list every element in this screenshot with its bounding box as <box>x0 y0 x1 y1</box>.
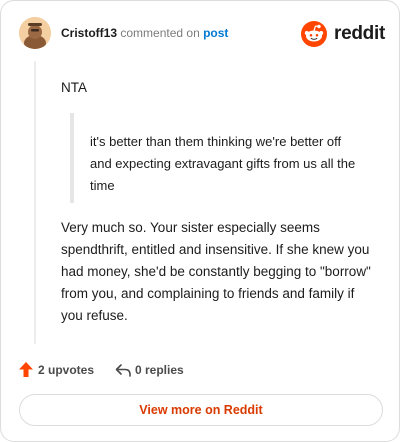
user-avatar-icon[interactable] <box>19 17 51 49</box>
comment-line-nta: NTA <box>61 80 87 95</box>
comment-action-text: commented on <box>120 26 200 40</box>
reddit-wordmark: reddit <box>334 23 385 44</box>
comment-actions: 2 upvotes 0 replies <box>19 361 379 379</box>
comment-paragraph: Very much so. Your sister especially see… <box>61 220 371 323</box>
comment-meta: Cristoff13 commented on post <box>61 26 228 40</box>
reddit-brand[interactable]: reddit <box>295 21 385 47</box>
reply-arrow-icon <box>115 364 131 377</box>
upvote-count: 2 upvotes <box>38 363 95 377</box>
quote-text: it's better than them thinking we're bet… <box>90 134 356 193</box>
quote-block: it's better than them thinking we're bet… <box>70 113 361 203</box>
comment-header: Cristoff13 commented on post reddit <box>19 17 385 51</box>
username-link[interactable]: Cristoff13 <box>61 26 117 40</box>
view-more-button[interactable]: View more on Reddit <box>19 394 383 426</box>
comment-embed-card: Cristoff13 commented on post reddit NTA … <box>0 0 400 442</box>
thread-line[interactable] <box>34 61 36 344</box>
upvote-arrow-icon <box>19 362 33 377</box>
reddit-logo-icon <box>301 21 327 47</box>
post-link[interactable]: post <box>203 26 228 40</box>
reply-count: 0 replies <box>135 363 184 377</box>
